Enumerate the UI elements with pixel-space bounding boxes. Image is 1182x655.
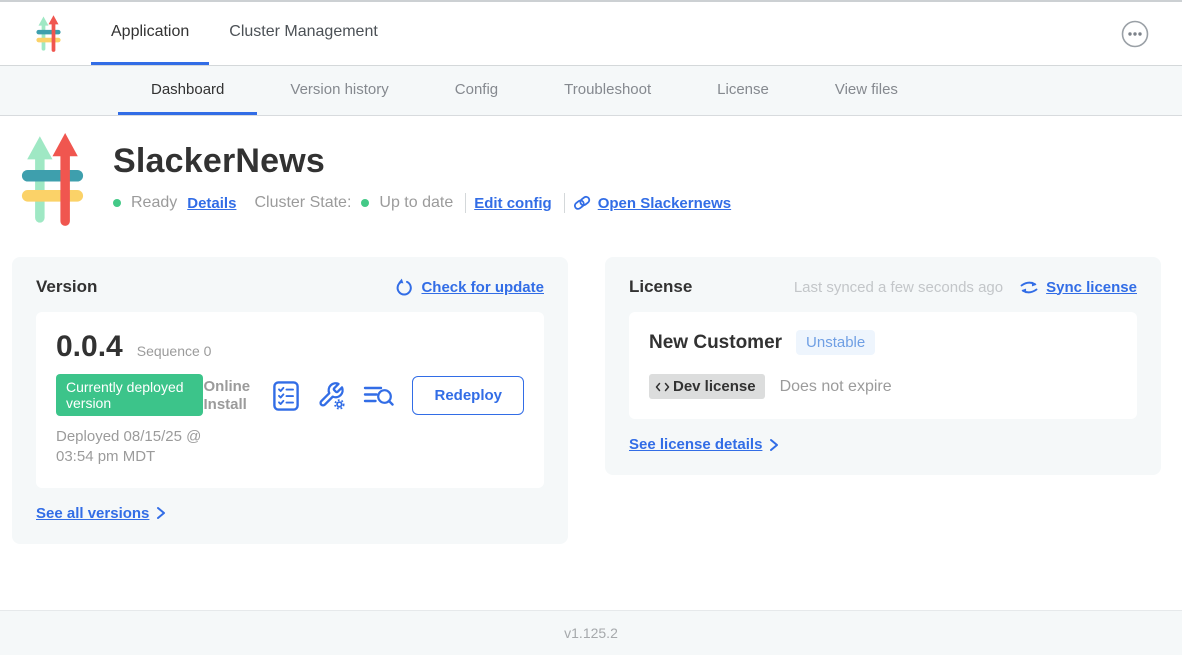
see-license-details-label: See license details [629, 436, 762, 453]
redeploy-button[interactable]: Redeploy [412, 376, 524, 415]
tab-application[interactable]: Application [91, 2, 209, 65]
subnav-view-files-label: View files [835, 81, 898, 98]
tab-cluster-management-label: Cluster Management [229, 23, 378, 41]
page-title: SlackerNews [113, 142, 741, 181]
chevron-right-icon [769, 438, 779, 452]
deploy-info: Currently deployed version Deployed 08/1… [56, 374, 203, 468]
app-subnav: Dashboard Version history Config Trouble… [0, 66, 1182, 116]
deployed-timestamp: Deployed 08/15/25 @ 03:54 pm MDT [56, 427, 203, 468]
see-all-versions-link[interactable]: See all versions [36, 505, 166, 522]
dashboard-content: SlackerNews Ready Details Cluster State:… [0, 116, 1182, 610]
subnav-config[interactable]: Config [422, 66, 531, 115]
sync-license-link[interactable]: Sync license [1019, 279, 1137, 296]
refresh-icon [395, 278, 414, 297]
edit-config-link[interactable]: Edit config [474, 195, 552, 212]
version-number: 0.0.4 [56, 330, 123, 364]
last-synced-text: Last synced a few seconds ago [794, 279, 1003, 296]
see-all-versions-label: See all versions [36, 505, 149, 522]
license-card-title: License [629, 277, 692, 297]
link-icon [573, 194, 591, 212]
version-card-title: Version [36, 277, 97, 297]
license-card: License Last synced a few seconds ago Sy… [605, 257, 1161, 475]
lines-search-icon[interactable] [363, 383, 394, 409]
license-expiry: Does not expire [780, 378, 892, 396]
sync-arrows-icon [1019, 279, 1039, 296]
deployed-badge: Currently deployed version [56, 374, 203, 416]
subnav-config-label: Config [455, 81, 498, 98]
cluster-state-dot [361, 199, 369, 207]
app-status-text: Ready [131, 194, 177, 212]
cluster-state-label: Cluster State: [254, 194, 351, 212]
checklist-icon[interactable] [273, 381, 299, 411]
ellipsis-menu-icon[interactable] [1120, 19, 1150, 49]
sequence-label: Sequence 0 [137, 343, 212, 359]
install-type-label: Online Install [203, 378, 255, 414]
subnav-troubleshoot[interactable]: Troubleshoot [531, 66, 684, 115]
slackernews-app-logo [20, 132, 85, 229]
chevron-right-icon [156, 506, 166, 520]
app-header-text: SlackerNews Ready Details Cluster State:… [113, 132, 741, 229]
sync-license-label: Sync license [1046, 279, 1137, 296]
subnav-version-history-label: Version history [290, 81, 388, 98]
slackernews-logo-icon [36, 14, 61, 54]
version-card: Version Check for update 0.0.4 Sequence … [12, 257, 568, 544]
check-for-update-label: Check for update [421, 279, 544, 296]
dashboard-cards: Version Check for update 0.0.4 Sequence … [0, 229, 1182, 544]
open-app-label: Open Slackernews [598, 195, 731, 212]
footer: v1.125.2 [0, 610, 1182, 655]
subnav-dashboard[interactable]: Dashboard [118, 66, 257, 115]
app-header: SlackerNews Ready Details Cluster State:… [0, 116, 1182, 229]
version-card-header: Version Check for update [36, 277, 544, 297]
channel-badge: Unstable [796, 330, 875, 355]
subnav-license-label: License [717, 81, 769, 98]
subnav-dashboard-label: Dashboard [151, 81, 224, 98]
subnav-troubleshoot-label: Troubleshoot [564, 81, 651, 98]
open-app-link[interactable]: Open Slackernews [573, 194, 731, 212]
version-line: 0.0.4 Sequence 0 [56, 330, 524, 364]
current-version-card: 0.0.4 Sequence 0 Currently deployed vers… [36, 312, 544, 488]
subnav-license[interactable]: License [684, 66, 802, 115]
license-type-label: Dev license [673, 378, 756, 395]
see-license-details-link[interactable]: See license details [629, 436, 779, 453]
divider [465, 193, 466, 213]
check-for-update-link[interactable]: Check for update [395, 278, 544, 297]
version-actions: Online Install [203, 376, 524, 415]
wrench-gear-icon[interactable] [317, 381, 345, 410]
tab-application-label: Application [111, 23, 189, 41]
app-ready-dot [113, 199, 121, 207]
app-status-row: Ready Details Cluster State: Up to date … [113, 193, 741, 213]
divider [564, 193, 565, 213]
subnav-version-history[interactable]: Version history [257, 66, 421, 115]
tab-cluster-management[interactable]: Cluster Management [209, 2, 398, 65]
cluster-state-value: Up to date [379, 194, 453, 212]
customer-name: New Customer [649, 332, 782, 354]
license-card-header: License Last synced a few seconds ago Sy… [629, 277, 1137, 297]
code-icon [655, 381, 670, 393]
top-navbar: Application Cluster Management [0, 0, 1182, 66]
subnav-view-files[interactable]: View files [802, 66, 931, 115]
console-version: v1.125.2 [564, 625, 618, 641]
license-type-badge: Dev license [649, 374, 765, 399]
license-details-card: New Customer Unstable Dev license Does [629, 312, 1137, 419]
status-details-link[interactable]: Details [187, 195, 236, 212]
